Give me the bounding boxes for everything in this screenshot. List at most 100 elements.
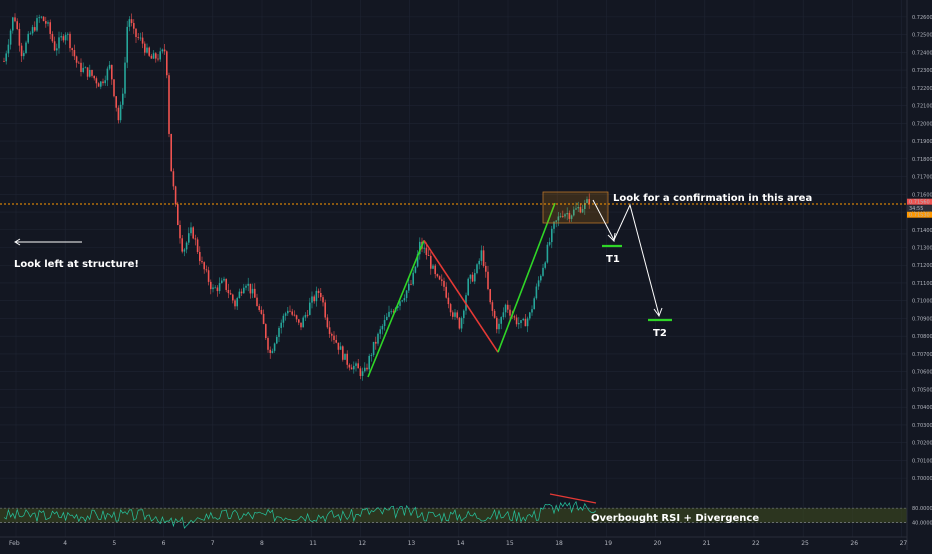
candle-body <box>177 204 179 226</box>
time-tick-label: 6 <box>162 540 166 547</box>
candle-body <box>29 33 32 35</box>
candle-body <box>485 265 487 272</box>
confirmation-zone <box>542 191 609 224</box>
candle-body <box>71 48 73 51</box>
candle-body <box>73 50 76 57</box>
zigzag-up-line <box>367 240 425 378</box>
candle-body <box>166 51 168 76</box>
candle-body <box>218 283 221 292</box>
rsi-panel: 80.0000 40.0000 <box>0 500 932 529</box>
candle-body <box>414 266 417 273</box>
time-tick-label: 25 <box>801 540 809 547</box>
candle-body <box>104 80 106 84</box>
candle-body <box>102 81 104 84</box>
candle-body <box>137 37 139 38</box>
candle-body <box>36 18 38 31</box>
candle-body <box>172 171 175 187</box>
rsi-band <box>0 508 907 523</box>
candle-body <box>84 67 87 69</box>
price-chart[interactable]: Look for a confirmation in this area Loo… <box>0 0 932 550</box>
time-tick-label: 26 <box>850 540 858 547</box>
candle-body <box>185 242 188 250</box>
candle-body <box>216 287 219 292</box>
candle-body <box>284 313 287 316</box>
candle-body <box>152 53 155 59</box>
price-tick-label: 0.72600 <box>912 15 932 21</box>
candle-body <box>531 309 533 313</box>
candle-body <box>27 33 29 43</box>
candle-body <box>5 53 7 62</box>
candle-body <box>412 272 414 285</box>
candle-body <box>150 55 153 59</box>
candle-body <box>181 238 183 252</box>
candle-body <box>179 225 181 239</box>
candle-body <box>390 311 392 313</box>
candle-body <box>273 343 276 351</box>
candle-body <box>388 311 390 317</box>
time-axis[interactable]: Feb 4 5 6 7 8 11 12 13 14 15 18 19 20 21 22 25 26 27 <box>0 536 907 547</box>
candle-body <box>500 317 502 324</box>
candle-body <box>357 363 359 369</box>
candle-body <box>40 16 43 18</box>
candle-body <box>302 317 304 328</box>
candle-body <box>247 283 249 286</box>
candle-body <box>515 317 518 325</box>
candle-body <box>326 317 329 328</box>
candle-body <box>243 287 245 294</box>
candle-body <box>45 21 47 24</box>
candle-body <box>339 346 342 350</box>
candle-body <box>542 267 544 276</box>
candle-body <box>304 314 307 318</box>
price-tick-label: 0.72500 <box>912 33 932 39</box>
candle-body <box>210 281 212 290</box>
candle-body <box>452 312 454 317</box>
candle-body <box>214 287 216 289</box>
candle-body <box>56 48 58 51</box>
price-axis[interactable]: 0.72600 0.72500 0.72400 0.72300 0.72200 0.721… <box>906 0 932 550</box>
candle-body <box>146 47 148 53</box>
candle-body <box>280 322 282 328</box>
candle-body <box>355 363 357 366</box>
price-tick-label: 0.71600 <box>912 192 932 198</box>
candle-body <box>507 304 509 310</box>
candle-body <box>520 320 522 324</box>
candle-body <box>381 325 384 330</box>
candle-body <box>502 312 505 318</box>
time-tick-label: 8 <box>260 540 264 547</box>
time-tick-label: 13 <box>408 540 416 547</box>
candle-body <box>100 81 102 87</box>
zigzag-up-line <box>497 202 556 353</box>
candle-body <box>238 291 241 299</box>
candle-body <box>183 249 186 252</box>
candle-body <box>192 227 194 239</box>
candle-body <box>108 64 111 69</box>
zigzag-lines <box>367 202 556 378</box>
candle-body <box>49 22 51 34</box>
time-tick-label: Feb <box>9 540 20 547</box>
time-tick-label: 18 <box>555 540 563 547</box>
candle-body <box>353 365 355 370</box>
candle-body <box>262 313 265 325</box>
candle-body <box>135 28 137 38</box>
candle-body <box>133 23 135 29</box>
rsi-tick-label: 80.0000 <box>912 506 932 512</box>
candle-body <box>379 329 381 334</box>
candle-body <box>7 44 10 54</box>
price-tag-middle-text: 34:55 <box>909 206 923 212</box>
candle-body <box>454 312 456 317</box>
price-tag-lower-text: 0.71530 <box>909 212 930 218</box>
candle-body <box>386 316 388 321</box>
candle-body <box>51 33 54 42</box>
rsi-tick-label: 40.0000 <box>912 521 932 527</box>
candle-body <box>18 29 21 46</box>
price-tick-label: 0.70500 <box>912 387 932 393</box>
candle-body <box>526 318 529 327</box>
candle-body <box>449 304 452 313</box>
price-tick-label: 0.70800 <box>912 334 932 340</box>
time-tick-label: 15 <box>506 540 514 547</box>
price-tick-label: 0.70900 <box>912 316 932 322</box>
candle-body <box>148 47 150 56</box>
candle-body <box>364 367 366 372</box>
candle-body <box>401 300 403 302</box>
price-tick-label: 0.71100 <box>912 281 932 287</box>
